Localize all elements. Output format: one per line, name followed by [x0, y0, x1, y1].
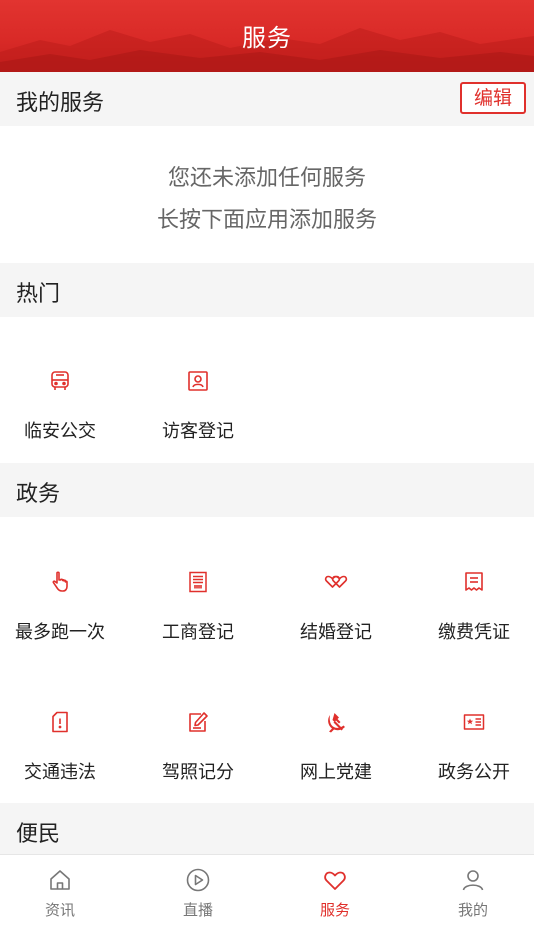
service-item-party-building[interactable]: 网上党建 — [276, 682, 396, 802]
receipt-icon — [462, 570, 486, 594]
tab-label: 直播 — [182, 901, 213, 919]
service-item-license-points[interactable]: 驾照记分 — [138, 682, 258, 802]
double-heart-icon — [324, 570, 348, 594]
edit-note-icon — [186, 710, 210, 734]
service-item-bus[interactable]: 临安公交 — [0, 341, 120, 461]
tap-hand-icon — [48, 570, 72, 594]
service-label: 工商登记 — [162, 622, 234, 643]
party-emblem-icon — [324, 710, 348, 734]
empty-message-line1: 您还未添加任何服务 — [167, 166, 366, 191]
tab-label: 我的 — [457, 901, 488, 919]
visitor-card-icon — [186, 369, 210, 393]
empty-message-line2: 长按下面应用添加服务 — [156, 208, 377, 233]
business-doc-icon — [186, 570, 210, 594]
hot-section-title: 热门 — [16, 282, 61, 307]
play-icon — [185, 867, 211, 893]
service-item-marriage[interactable]: 结婚登记 — [276, 542, 396, 662]
service-label: 缴费凭证 — [438, 622, 510, 643]
gov-section-title: 政务 — [16, 482, 61, 507]
service-label: 网上党建 — [300, 762, 372, 783]
service-item-gov-disclosure[interactable]: 政务公开 — [414, 682, 534, 802]
service-item-run-once[interactable]: 最多跑一次 — [0, 542, 120, 662]
hot-section-bar: 热门 — [0, 263, 534, 317]
service-label: 临安公交 — [24, 421, 96, 442]
service-label: 访客登记 — [162, 421, 234, 442]
my-services-bar: 我的服务 编辑 — [0, 72, 534, 126]
service-item-payment[interactable]: 缴费凭证 — [414, 542, 534, 662]
page-title: 服务 — [242, 24, 292, 52]
home-icon — [47, 867, 73, 893]
user-icon — [460, 867, 486, 893]
tab-label: 资讯 — [44, 901, 75, 919]
heart-icon — [322, 867, 348, 893]
service-item-visitor[interactable]: 访客登记 — [138, 341, 258, 461]
convenience-section-title: 便民 — [16, 822, 61, 847]
app-header: 服务 — [0, 0, 534, 72]
service-item-business[interactable]: 工商登记 — [138, 542, 258, 662]
tab-services[interactable]: 服务 — [268, 855, 402, 927]
tab-news[interactable]: 资讯 — [0, 855, 127, 927]
tab-label: 服务 — [319, 901, 350, 919]
news-card-icon — [462, 710, 486, 734]
bottom-tab-bar: 资讯 直播 服务 我的 — [0, 854, 534, 927]
convenience-section-bar: 便民 — [0, 803, 534, 857]
my-services-title: 我的服务 — [16, 91, 105, 116]
service-label: 驾照记分 — [162, 762, 234, 783]
warning-doc-icon — [48, 710, 72, 734]
service-label: 结婚登记 — [300, 622, 372, 643]
service-item-traffic[interactable]: 交通违法 — [0, 682, 120, 802]
bus-icon — [48, 369, 72, 393]
edit-button[interactable]: 编辑 — [460, 82, 526, 114]
service-label: 最多跑一次 — [15, 622, 105, 643]
service-label: 交通违法 — [24, 762, 96, 783]
tab-mine[interactable]: 我的 — [406, 855, 534, 927]
gov-section-bar: 政务 — [0, 463, 534, 517]
service-label: 政务公开 — [438, 762, 510, 783]
tab-live[interactable]: 直播 — [131, 855, 265, 927]
